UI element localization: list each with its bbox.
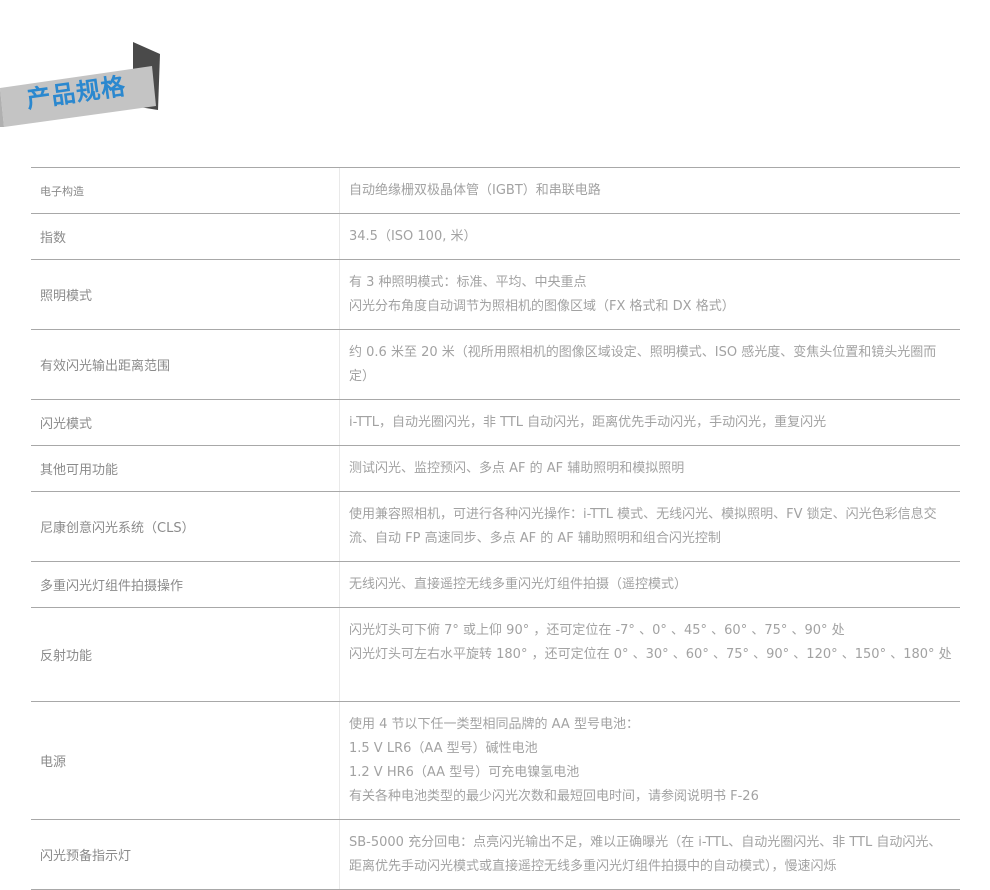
spec-value: 34.5（ISO 100, 米） [340,214,960,259]
spec-row: 闪光模式 i-TTL，自动光圈闪光，非 TTL 自动闪光，距离优先手动闪光，手动… [31,400,960,446]
spec-line: 无线闪光、直接遥控无线多重闪光灯组件拍摄（遥控模式） [349,577,688,592]
spec-row: 反射功能 闪光灯头可下俯 7° 或上仰 90° ，还可定位在 -7° 、0° 、… [31,608,960,702]
spec-line: 测试闪光、监控预闪、多点 AF 的 AF 辅助照明和模拟照明 [349,461,685,476]
spec-label: 闪光预备指示灯 [31,820,340,889]
spec-value: i-TTL，自动光圈闪光，非 TTL 自动闪光，距离优先手动闪光，手动闪光，重复… [340,400,960,445]
spec-label: 反射功能 [31,608,340,701]
spec-row: 指数 34.5（ISO 100, 米） [31,214,960,260]
spec-line: 34.5（ISO 100, 米） [349,229,477,244]
spec-line: SB-5000 充分回电：点亮闪光输出不足，难以正确曝光（在 i-TTL、自动光… [349,835,942,874]
spec-row: 尼康创意闪光系统（CLS） 使用兼容照相机，可进行各种闪光操作：i-TTL 模式… [31,492,960,562]
spec-value: 无线闪光、直接遥控无线多重闪光灯组件拍摄（遥控模式） [340,562,960,607]
spec-row: 照明模式 有 3 种照明模式：标准、平均、中央重点 闪光分布角度自动调节为照相机… [31,260,960,330]
spec-label: 闪光模式 [31,400,340,445]
spec-line: 有关各种电池类型的最少闪光次数和最短回电时间，请参阅说明书 F-26 [349,789,759,804]
spec-line: 约 0.6 米至 20 米（视所用照相机的图像区域设定、照明模式、ISO 感光度… [349,345,937,384]
spec-value: SB-5000 充分回电：点亮闪光输出不足，难以正确曝光（在 i-TTL、自动光… [340,820,960,889]
spec-label: 电源 [31,702,340,819]
spec-value: 约 0.6 米至 20 米（视所用照相机的图像区域设定、照明模式、ISO 感光度… [340,330,960,399]
spec-row: 多重闪光灯组件拍摄操作 无线闪光、直接遥控无线多重闪光灯组件拍摄（遥控模式） [31,562,960,608]
spec-row: 电子构造 自动绝缘栅双极晶体管（IGBT）和串联电路 [31,168,960,214]
spec-line: 使用 4 节以下任一类型相同品牌的 AA 型号电池： [349,717,639,732]
spec-row: 有效闪光输出距离范围 约 0.6 米至 20 米（视所用照相机的图像区域设定、照… [31,330,960,400]
section-banner: 产品规格 [0,40,170,135]
spec-row: 闪光预备指示灯 SB-5000 充分回电：点亮闪光输出不足，难以正确曝光（在 i… [31,820,960,890]
spec-label: 多重闪光灯组件拍摄操作 [31,562,340,607]
spec-value: 闪光灯头可下俯 7° 或上仰 90° ，还可定位在 -7° 、0° 、45° 、… [340,608,960,701]
spec-label: 电子构造 [31,168,340,213]
spec-label: 照明模式 [31,260,340,329]
spec-line: i-TTL，自动光圈闪光，非 TTL 自动闪光，距离优先手动闪光，手动闪光，重复… [349,415,827,430]
spec-line: 自动绝缘栅双极晶体管（IGBT）和串联电路 [349,183,601,198]
spec-value: 使用兼容照相机，可进行各种闪光操作：i-TTL 模式、无线闪光、模拟照明、FV … [340,492,960,561]
spec-row: 电源 使用 4 节以下任一类型相同品牌的 AA 型号电池： 1.5 V LR6（… [31,702,960,820]
spec-line: 闪光灯头可左右水平旋转 180° ，还可定位在 0° 、30° 、60° 、75… [349,647,952,662]
spec-label: 有效闪光输出距离范围 [31,330,340,399]
spec-value: 测试闪光、监控预闪、多点 AF 的 AF 辅助照明和模拟照明 [340,446,960,491]
spec-value: 有 3 种照明模式：标准、平均、中央重点 闪光分布角度自动调节为照相机的图像区域… [340,260,960,329]
spec-row: 其他可用功能 测试闪光、监控预闪、多点 AF 的 AF 辅助照明和模拟照明 [31,446,960,492]
spec-value: 自动绝缘栅双极晶体管（IGBT）和串联电路 [340,168,960,213]
spec-line: 闪光灯头可下俯 7° 或上仰 90° ，还可定位在 -7° 、0° 、45° 、… [349,623,845,638]
spec-line: 闪光分布角度自动调节为照相机的图像区域（FX 格式和 DX 格式） [349,299,735,314]
spec-label: 其他可用功能 [31,446,340,491]
spec-line: 使用兼容照相机，可进行各种闪光操作：i-TTL 模式、无线闪光、模拟照明、FV … [349,507,937,546]
spec-label: 尼康创意闪光系统（CLS） [31,492,340,561]
spec-line: 1.2 V HR6（AA 型号）可充电镍氢电池 [349,765,580,780]
spec-table: 电子构造 自动绝缘栅双极晶体管（IGBT）和串联电路 指数 34.5（ISO 1… [31,167,960,890]
spec-line: 有 3 种照明模式：标准、平均、中央重点 [349,275,587,290]
spec-value: 使用 4 节以下任一类型相同品牌的 AA 型号电池： 1.5 V LR6（AA … [340,702,960,819]
spec-line: 1.5 V LR6（AA 型号）碱性电池 [349,741,538,756]
spec-label: 指数 [31,214,340,259]
